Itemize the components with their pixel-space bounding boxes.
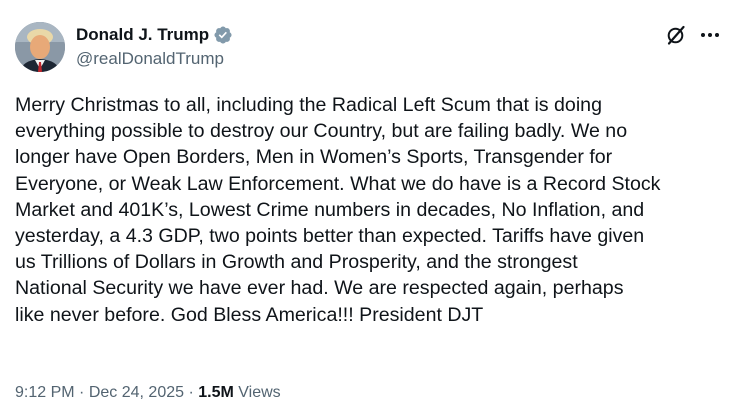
post-text: Merry Christmas to all, including the Ra… [15,94,661,326]
verified-badge-icon[interactable] [213,25,233,45]
author-handle[interactable]: @realDonaldTrump [76,49,224,69]
author-display-name[interactable]: Donald J. Trump [76,25,209,45]
grok-icon [667,25,685,45]
grok-button[interactable] [664,23,688,47]
more-options-button[interactable] [698,23,722,47]
post-date[interactable]: Dec 24, 2025 [89,384,184,401]
post-time[interactable]: 9:12 PM [15,384,75,401]
post-card: Donald J. Trump @realDonaldTrump Merry C… [0,0,736,419]
avatar-image [15,22,65,72]
meta-separator: · [79,384,85,401]
meta-separator: · [188,384,194,401]
views-label[interactable]: Views [238,384,280,401]
more-options-icon [701,33,719,37]
post-meta: 9:12 PM · Dec 24, 2025 · 1.5M Views [15,384,281,402]
avatar[interactable] [15,22,65,72]
author-name-row[interactable]: Donald J. Trump [76,24,233,46]
views-count[interactable]: 1.5M [198,384,234,401]
